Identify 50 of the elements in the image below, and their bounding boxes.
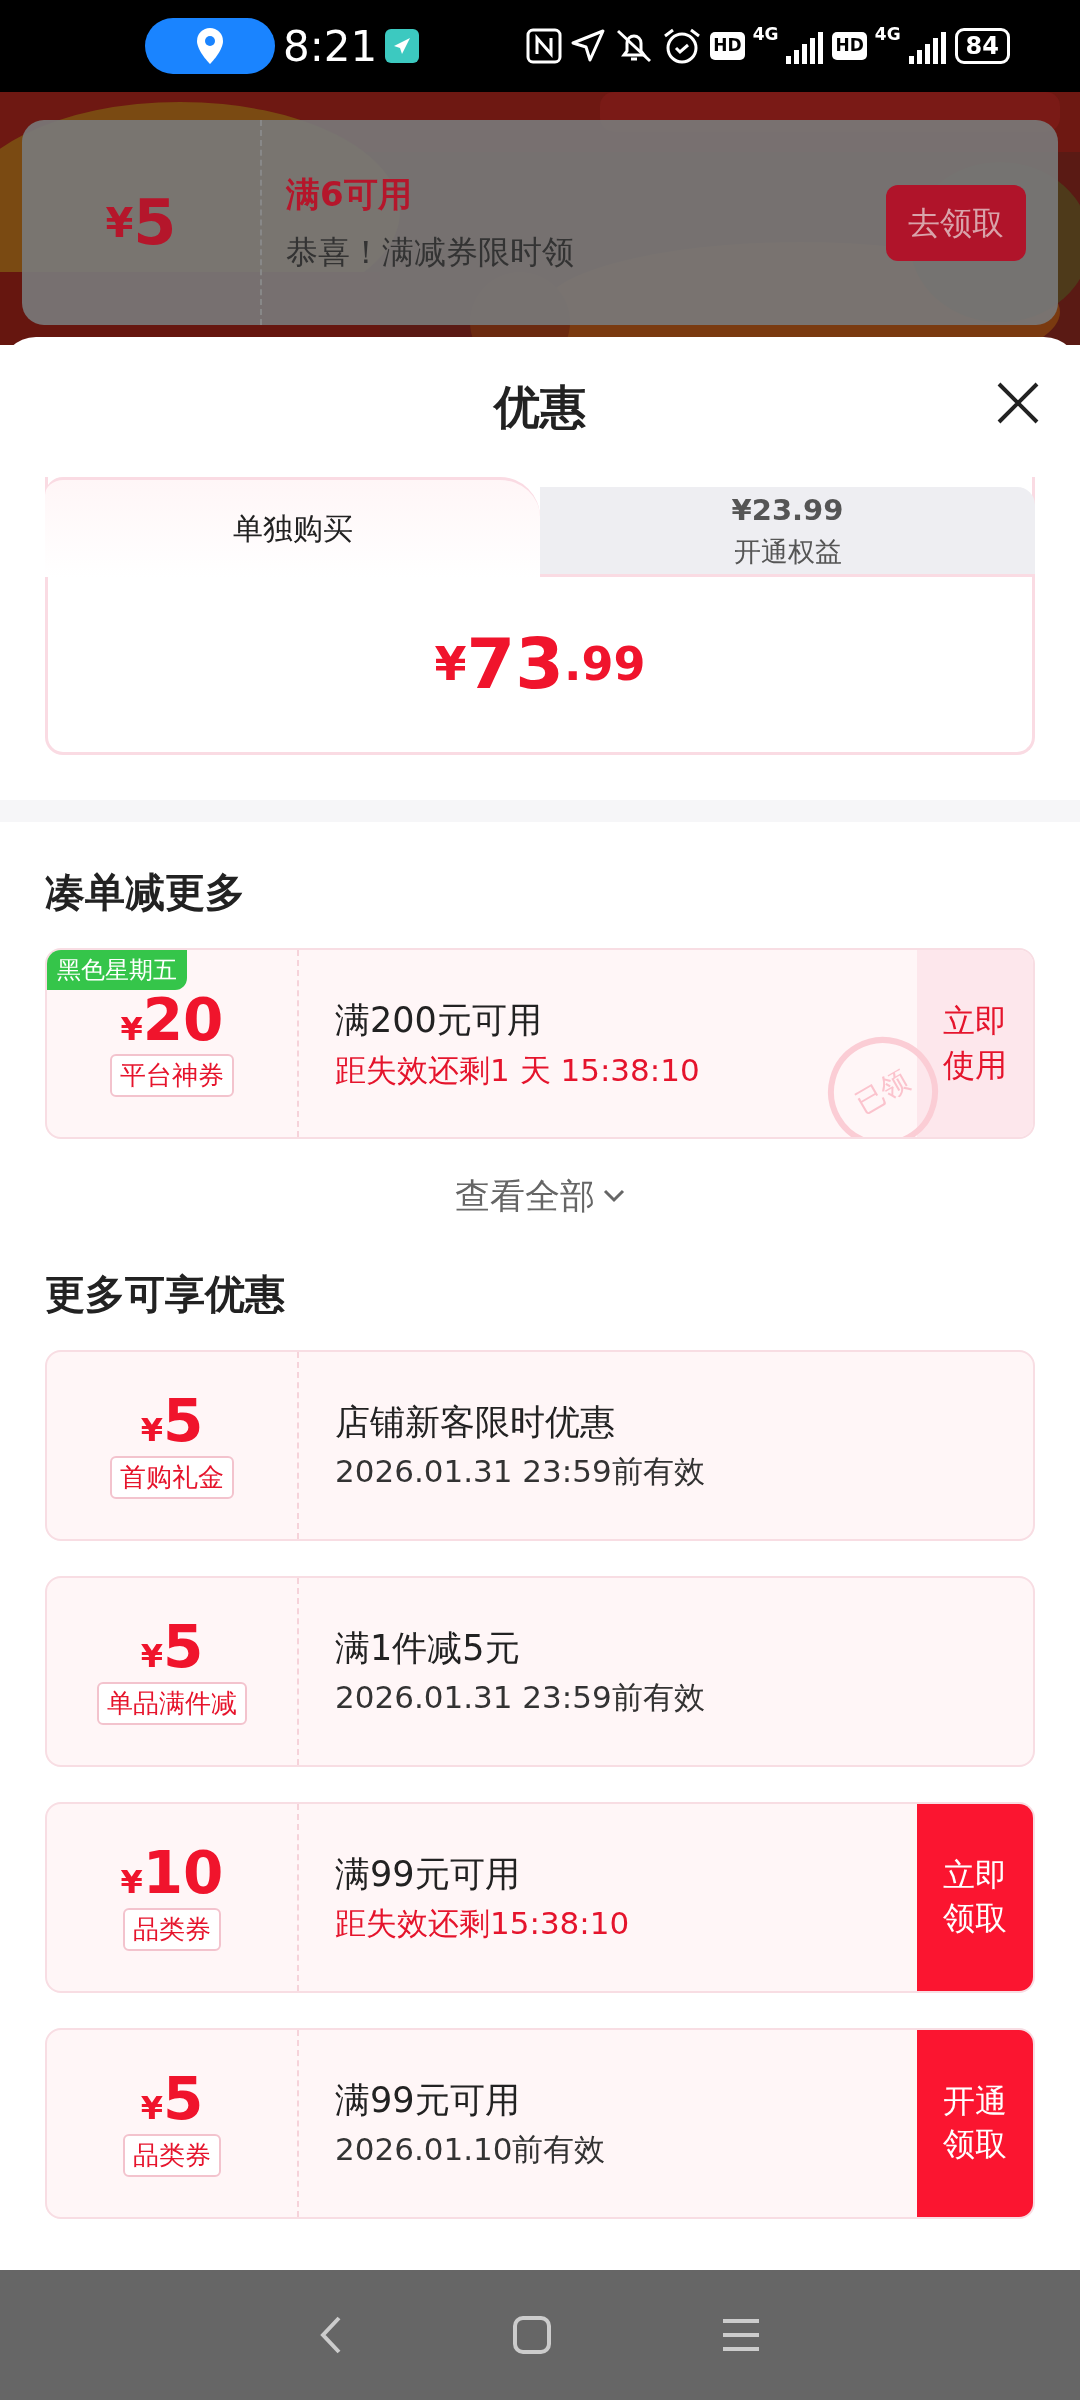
coupon-action-button[interactable]: 立即 领取 <box>917 1803 1033 1991</box>
paper-plane-icon <box>385 29 420 63</box>
coupon-tag: 首购礼金 <box>110 1455 234 1499</box>
coupon-note: 距失效还剩1 天 15:38:10 <box>335 1050 700 1090</box>
coupon-title: 满99元可用 <box>335 2078 520 2122</box>
nfc-icon <box>526 28 563 64</box>
coupon-action-button[interactable]: 立即 使用 <box>917 950 1033 1137</box>
close-icon[interactable] <box>996 381 1040 425</box>
coupon-amount: ¥5 <box>22 120 262 325</box>
coupon-amount: ¥5 <box>140 2069 204 2130</box>
coupon-tag: 品类券 <box>123 1907 221 1951</box>
claim-button[interactable]: 去领取 <box>886 184 1026 261</box>
coupon-action-button[interactable]: 开通 领取 <box>917 2029 1033 2217</box>
coupon-note: 2026.01.31 23:59前有效 <box>335 1678 705 1717</box>
coupon-title: 满99元可用 <box>335 1852 520 1896</box>
promo-ribbon: 黑色星期五 <box>47 950 187 990</box>
network-label: 4G <box>874 23 901 46</box>
section-title: 凑单减更多 <box>45 868 246 917</box>
purchase-tab[interactable]: ¥23.99 开通权益 <box>540 487 1035 577</box>
menu-icon[interactable] <box>721 2318 761 2352</box>
hd-label: HD <box>710 32 745 60</box>
coupon-note: 2026.01.31 23:59前有效 <box>335 1452 705 1491</box>
coupon-title: 满200元可用 <box>335 999 542 1042</box>
coupon-amount: ¥20 <box>120 989 224 1051</box>
network-label: 4G <box>752 23 779 46</box>
price-value: ¥73.99 <box>433 622 647 707</box>
battery-indicator: 84 <box>954 28 1010 64</box>
coupon-message: 恭喜！满减券限时领 <box>286 232 575 273</box>
sheet-title: 优惠 <box>494 378 586 436</box>
coupon-note: 2026.01.10前有效 <box>335 2130 606 2169</box>
status-time: 8:21 <box>283 20 378 73</box>
chevron-down-icon <box>603 1189 625 1204</box>
coupon-amount: ¥10 <box>120 1843 224 1904</box>
coupon-amount: ¥5 <box>140 1391 204 1452</box>
coupon-note: 距失效还剩15:38:10 <box>335 1904 630 1943</box>
section-title: 更多可享优惠 <box>45 1269 286 1319</box>
view-all-link[interactable]: 查看全部 <box>449 1169 631 1224</box>
coupon-amount: ¥5 <box>140 1617 204 1678</box>
coupon-title: 店铺新客限时优惠 <box>335 1400 615 1444</box>
purchase-tab[interactable]: 单独购买 <box>45 477 540 577</box>
hd-label: HD <box>832 32 867 60</box>
back-icon[interactable] <box>319 2315 343 2355</box>
coupon-tag: 平台神券 <box>110 1054 234 1098</box>
home-icon[interactable] <box>513 2316 551 2354</box>
coupon-tag: 单品满件减 <box>97 1681 247 1725</box>
location-pin-icon <box>195 26 225 66</box>
coupon-title: 满1件减5元 <box>335 1626 520 1670</box>
coupon-condition: 满6可用 <box>286 173 413 216</box>
coupon-tag: 品类券 <box>123 2133 221 2177</box>
navigation-arrow-icon <box>570 28 607 64</box>
